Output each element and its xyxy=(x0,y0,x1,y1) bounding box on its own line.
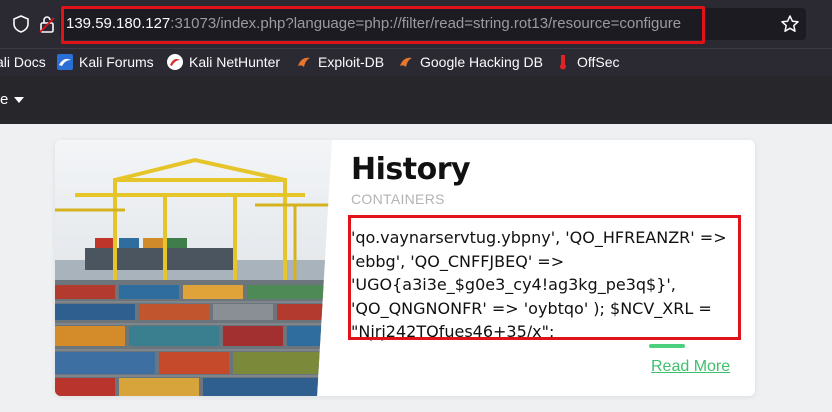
bookmark-label: Exploit-DB xyxy=(318,54,385,70)
bookmark-exploit-db[interactable]: Exploit-DB xyxy=(296,52,384,72)
bookmark-star-icon[interactable] xyxy=(780,14,800,34)
bookmark-label: Google Hacking DB xyxy=(420,54,543,70)
url-highlight-box xyxy=(61,6,705,44)
kali-forums-icon xyxy=(57,54,73,70)
bookmark-google-hacking-db[interactable]: Google Hacking DB xyxy=(398,52,543,72)
body-highlight-box xyxy=(348,215,741,340)
bookmark-label: OffSec xyxy=(577,54,620,70)
exploit-db-icon xyxy=(298,57,310,67)
bookmark-label: ali Docs xyxy=(0,54,46,70)
bookmark-label: Kali NetHunter xyxy=(189,54,281,70)
bookmark-offsec[interactable]: OffSec xyxy=(555,52,620,72)
nav-dropdown-label: e xyxy=(0,91,9,108)
card-title: History xyxy=(351,152,471,187)
tracking-shield-icon[interactable] xyxy=(12,15,30,33)
site-navbar xyxy=(0,76,832,124)
bookmark-kali-docs[interactable]: ali Docs xyxy=(0,52,46,72)
read-more-link[interactable]: Read More xyxy=(651,358,730,376)
ghdb-icon xyxy=(400,57,412,67)
accent-bar xyxy=(649,344,685,348)
bookmark-label: Kali Forums xyxy=(79,54,154,70)
nav-dropdown[interactable]: e xyxy=(0,91,25,108)
card-subtitle: CONTAINERS xyxy=(351,191,445,207)
offsec-icon xyxy=(560,55,566,70)
container-port-image xyxy=(55,140,332,396)
kali-nethunter-icon xyxy=(167,54,183,70)
caret-down-icon xyxy=(14,96,25,103)
bookmark-kali-nethunter[interactable]: Kali NetHunter xyxy=(167,52,280,72)
insecure-lock-icon[interactable] xyxy=(38,14,56,34)
history-card: History CONTAINERS 'qo.vaynarservtug.ybp… xyxy=(55,140,755,396)
bookmark-kali-forums[interactable]: Kali Forums xyxy=(57,52,154,72)
